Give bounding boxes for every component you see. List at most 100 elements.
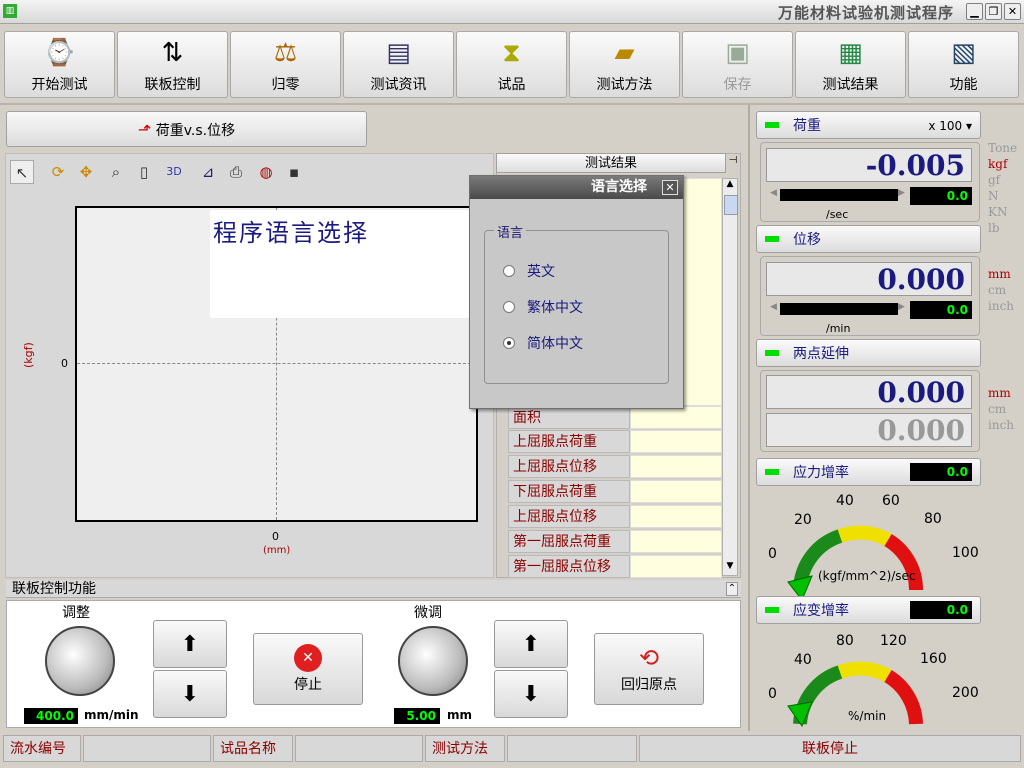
results-scrollbar[interactable]: ▲ ▼ xyxy=(722,178,738,576)
unit-option[interactable]: inch xyxy=(988,417,1014,433)
unit-option-selected[interactable]: mm xyxy=(988,266,1014,282)
pointer-icon[interactable]: ↖ xyxy=(10,160,34,184)
radio-english[interactable]: 英文 xyxy=(503,261,643,281)
table-row[interactable]: 面积 xyxy=(508,406,722,429)
test-results-button[interactable]: ▦ 测试结果 xyxy=(795,31,906,98)
status-method-value xyxy=(507,735,637,762)
unit-option[interactable]: gf xyxy=(988,172,1017,188)
status-led xyxy=(765,122,779,128)
strain-rate-value: 0.0 xyxy=(910,601,972,619)
test-info-icon: ▤ xyxy=(386,38,411,68)
3d-toggle-icon[interactable]: 3D xyxy=(162,160,186,184)
status-specimen-label: 试品名称 xyxy=(213,735,293,762)
adjust-value: 400.0 xyxy=(24,708,78,724)
fine-down-button[interactable]: ⬇ xyxy=(494,670,568,718)
chart-tab-label: 荷重v.s.位移 xyxy=(155,123,236,139)
fine-knob[interactable] xyxy=(398,626,468,696)
stress-tick-100: 100 xyxy=(952,545,979,561)
ext-unit-list: mm cm inch xyxy=(988,385,1014,433)
adjust-down-button[interactable]: ⬇ xyxy=(153,670,227,718)
save-button[interactable]: ▣ 保存 xyxy=(682,31,793,98)
radio-dot-selected xyxy=(503,337,515,349)
pin-icon[interactable]: ⊣ xyxy=(726,155,740,171)
unit-option[interactable]: inch xyxy=(988,298,1014,314)
close-icon[interactable]: ✕ xyxy=(1004,3,1021,20)
table-row[interactable]: 第一屈服点荷重 xyxy=(508,530,722,553)
unit-option[interactable]: cm xyxy=(988,401,1014,417)
pan-icon[interactable]: ✥ xyxy=(74,160,98,184)
x-axis-label: (mm) xyxy=(263,545,291,556)
function-button[interactable]: ▧ 功能 xyxy=(908,31,1019,98)
radio-simplified-chinese[interactable]: 简体中文 xyxy=(503,333,643,353)
disp-value: 0.000 xyxy=(766,262,972,296)
strain-tick-40: 40 xyxy=(794,652,812,668)
stress-unit: (kgf/mm^2)/sec xyxy=(818,569,916,583)
strain-tick-120: 120 xyxy=(880,633,907,649)
table-row[interactable]: 上屈服点位移 xyxy=(508,455,722,478)
save-icon: ▣ xyxy=(725,38,750,68)
unit-option[interactable]: KN xyxy=(988,204,1017,220)
table-row[interactable]: 上屈服点位移 xyxy=(508,505,722,528)
scroll-up-icon[interactable]: ▲ xyxy=(723,179,737,193)
panel-control-button[interactable]: ⇅ 联板控制 xyxy=(117,31,228,98)
load-panel-tab[interactable]: 荷重 x 100 ▾ xyxy=(756,111,981,139)
disk-icon[interactable]: ▪ xyxy=(282,160,306,184)
strain-tick-200: 200 xyxy=(952,685,979,701)
fine-up-button[interactable]: ⬆ xyxy=(494,620,568,668)
arrow-up-icon: ⬆ xyxy=(521,632,541,657)
stress-gauge-arc xyxy=(787,525,924,600)
specimen-button[interactable]: ⧗ 试品 xyxy=(456,31,567,98)
arrow-right-icon: ▶ xyxy=(898,188,905,198)
unit-option[interactable]: lb xyxy=(988,220,1017,236)
ext-panel-tab[interactable]: 两点延伸 xyxy=(756,339,981,367)
specimen-icon: ⧗ xyxy=(502,38,521,68)
zoom-icon[interactable]: ⌕ xyxy=(104,160,128,184)
radio-dot xyxy=(503,301,515,313)
test-info-button[interactable]: ▤ 测试资讯 xyxy=(343,31,454,98)
status-serial-value xyxy=(83,735,211,762)
strain-tick-0: 0 xyxy=(768,686,777,702)
restore-icon[interactable]: ❐ xyxy=(985,3,1002,20)
table-row[interactable]: 第一屈服点位移 xyxy=(508,555,722,578)
disp-panel-tab[interactable]: 位移 xyxy=(756,225,981,253)
unit-option[interactable]: N xyxy=(988,188,1017,204)
return-home-button[interactable]: ⟲ 回归原点 xyxy=(594,633,704,705)
refresh-icon[interactable]: ⟳ xyxy=(46,160,70,184)
right-panel-divider xyxy=(748,105,750,731)
stop-button[interactable]: ✕ 停止 xyxy=(253,633,363,705)
table-row[interactable]: 上屈服点荷重 xyxy=(508,430,722,453)
control-panel-header: 联板控制功能 xyxy=(6,580,741,598)
load-scale-dropdown[interactable]: x 100 ▾ xyxy=(928,112,972,140)
color-icon[interactable]: ◍ xyxy=(254,160,278,184)
minimize-icon[interactable]: ▁ xyxy=(966,3,983,20)
collapse-icon[interactable]: ⌃ xyxy=(726,582,738,596)
unit-option-selected[interactable]: mm xyxy=(988,385,1014,401)
strain-unit: %/min xyxy=(848,709,887,723)
stress-tick-60: 60 xyxy=(882,493,900,509)
unit-option[interactable]: cm xyxy=(988,282,1014,298)
dialog-close-icon[interactable]: ✕ xyxy=(662,180,678,195)
fine-unit: mm xyxy=(447,708,473,722)
load-rate-bar xyxy=(780,189,898,201)
fine-label: 微调 xyxy=(414,605,442,621)
radio-traditional-chinese[interactable]: 繁体中文 xyxy=(503,297,643,317)
function-icon: ▧ xyxy=(951,38,976,68)
zero-button[interactable]: ⚖ 归零 xyxy=(230,31,341,98)
page-icon[interactable]: ▯ xyxy=(132,160,156,184)
y-axis-label: (kgf) xyxy=(22,342,35,368)
scroll-thumb[interactable] xyxy=(724,195,738,215)
start-test-button[interactable]: ⌚ 开始测试 xyxy=(4,31,115,98)
axis-icon[interactable]: ⊿ xyxy=(196,160,220,184)
adjust-knob[interactable] xyxy=(45,626,115,696)
unit-option-selected[interactable]: kgf xyxy=(988,156,1017,172)
test-method-button[interactable]: ▰ 测试方法 xyxy=(569,31,680,98)
print-icon[interactable]: ⎙ xyxy=(224,160,248,184)
adjust-up-button[interactable]: ⬆ xyxy=(153,620,227,668)
disp-unit-list: mm cm inch xyxy=(988,266,1014,314)
unit-option[interactable]: Tone xyxy=(988,140,1017,156)
chart-tab[interactable]: ⬏ 荷重v.s.位移 xyxy=(6,111,367,147)
load-rate-value: 0.0 xyxy=(910,187,972,205)
status-specimen-value xyxy=(295,735,423,762)
table-row[interactable]: 下屈服点荷重 xyxy=(508,480,722,503)
scroll-down-icon[interactable]: ▼ xyxy=(723,561,737,575)
